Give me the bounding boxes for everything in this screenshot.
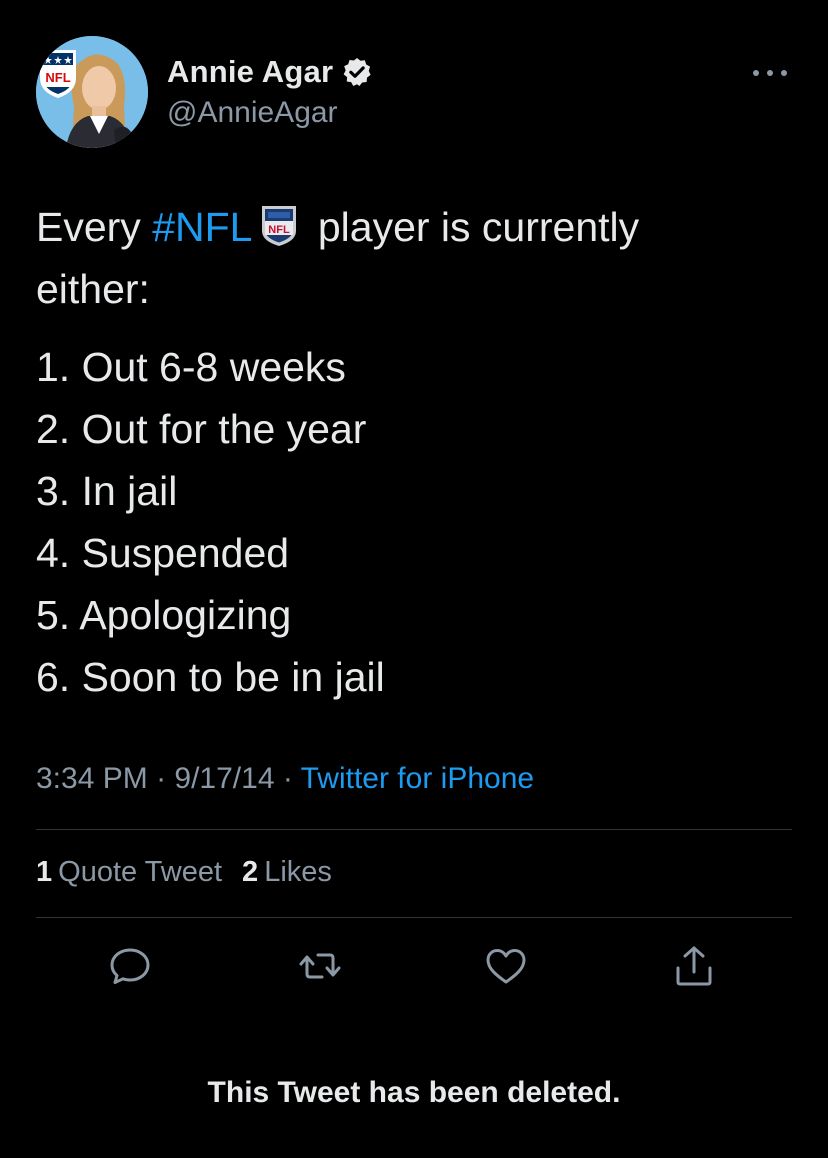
list-item: 1. Out 6-8 weeks bbox=[36, 344, 346, 390]
tweet-text-line-2: either: bbox=[36, 266, 150, 312]
tweet-source-link[interactable]: Twitter for iPhone bbox=[301, 762, 534, 795]
tweet-time[interactable]: 3:34 PM bbox=[36, 762, 148, 795]
tweet-text-line-1: Every #NFL NFL player is currently bbox=[36, 196, 792, 258]
deleted-notice: This Tweet has been deleted. bbox=[207, 1076, 621, 1109]
like-count: 2 bbox=[242, 856, 259, 888]
tweet-text-after: player is currently bbox=[306, 204, 640, 250]
retweet-icon[interactable] bbox=[298, 944, 342, 988]
svg-text:NFL: NFL bbox=[45, 70, 70, 85]
author-name-row[interactable]: Annie Agar bbox=[167, 54, 373, 90]
quote-count: 1 bbox=[36, 856, 53, 888]
list-item: 5. Apologizing bbox=[36, 592, 292, 638]
nfl-shield-icon: NFL bbox=[262, 206, 297, 246]
list-item: 3. In jail bbox=[36, 468, 178, 514]
tweet-text: Every #NFL NFL player is currently eithe… bbox=[36, 196, 792, 320]
divider bbox=[36, 917, 792, 918]
tweet-header: NFL Annie Agar @AnnieAgar bbox=[36, 36, 792, 148]
meta-separator: · bbox=[274, 762, 301, 795]
tweet-meta: 3:34 PM · 9/17/14 · Twitter for iPhone bbox=[36, 762, 534, 796]
quote-label: Quote Tweet bbox=[58, 856, 223, 888]
divider bbox=[36, 829, 792, 830]
tweet-list: 1. Out 6-8 weeks 2. Out for the year 3. … bbox=[36, 336, 385, 708]
quote-tweets-stat[interactable]: 1 Quote Tweet bbox=[36, 856, 222, 889]
tweet-stats: 1 Quote Tweet 2 Likes bbox=[36, 856, 332, 889]
like-label: Likes bbox=[264, 856, 332, 888]
likes-stat[interactable]: 2 Likes bbox=[242, 856, 332, 889]
avatar-nfl-shield: NFL bbox=[40, 50, 76, 98]
author-display-name[interactable]: Annie Agar bbox=[167, 54, 333, 90]
tweet-detail: NFL Annie Agar @AnnieAgar Every #NFL NFL… bbox=[0, 0, 828, 1158]
list-item: 6. Soon to be in jail bbox=[36, 654, 385, 700]
svg-text:NFL: NFL bbox=[269, 224, 291, 236]
list-item: 2. Out for the year bbox=[36, 406, 367, 452]
tweet-text-before: Every bbox=[36, 204, 153, 250]
list-item: 4. Suspended bbox=[36, 530, 290, 576]
hashtag-link[interactable]: #NFL bbox=[152, 204, 252, 250]
tweet-date[interactable]: 9/17/14 bbox=[174, 762, 274, 795]
reply-icon[interactable] bbox=[108, 944, 152, 988]
verified-badge-icon bbox=[343, 58, 371, 86]
avatar-photo: NFL bbox=[36, 36, 148, 148]
meta-separator: · bbox=[147, 762, 175, 795]
like-icon[interactable] bbox=[484, 944, 528, 988]
author-handle[interactable]: @AnnieAgar bbox=[167, 96, 338, 130]
avatar[interactable]: NFL bbox=[36, 36, 148, 148]
share-icon[interactable] bbox=[672, 944, 716, 988]
more-options-icon[interactable] bbox=[748, 64, 792, 82]
